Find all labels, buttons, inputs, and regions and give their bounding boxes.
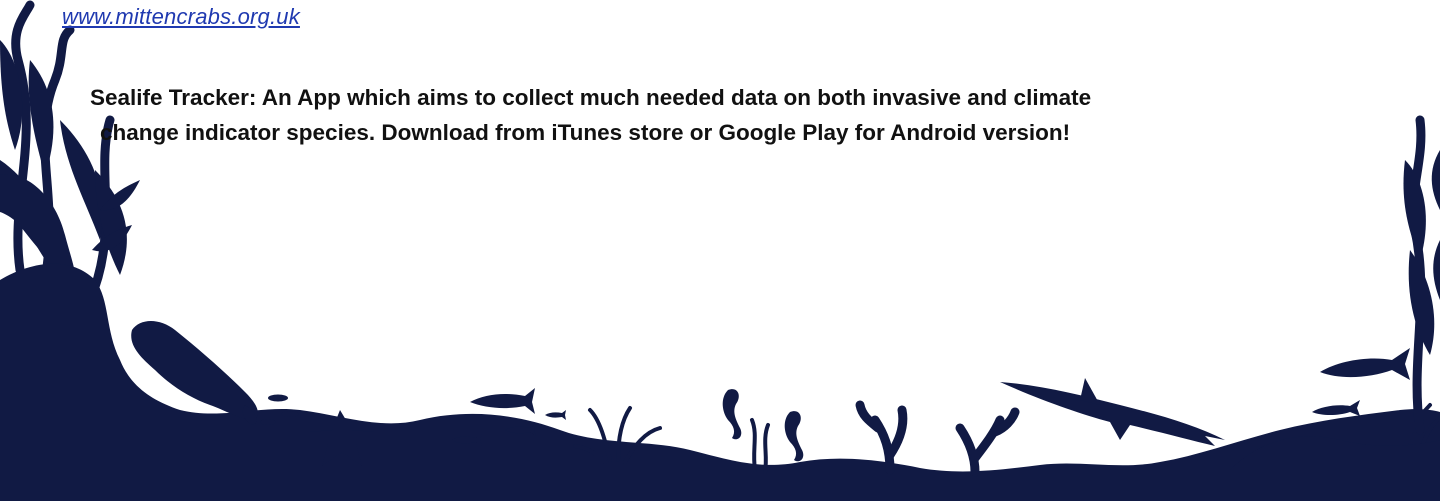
website-link[interactable]: www.mittencrabs.org.uk	[62, 4, 300, 30]
seaweed-thin-icon	[750, 418, 770, 474]
shark-icon	[1000, 378, 1225, 446]
description-line-1: Sealife Tracker: An App which aims to co…	[90, 85, 1092, 110]
fish-icon	[470, 388, 535, 414]
fish-right-icon	[1312, 348, 1410, 416]
description-line-2: change indicator species. Download from …	[100, 120, 1071, 145]
seahorse-icon	[722, 389, 804, 462]
sealife-tracker-description: Sealife Tracker: An App which aims to co…	[90, 80, 1380, 150]
sealife-illustration	[0, 0, 1440, 501]
